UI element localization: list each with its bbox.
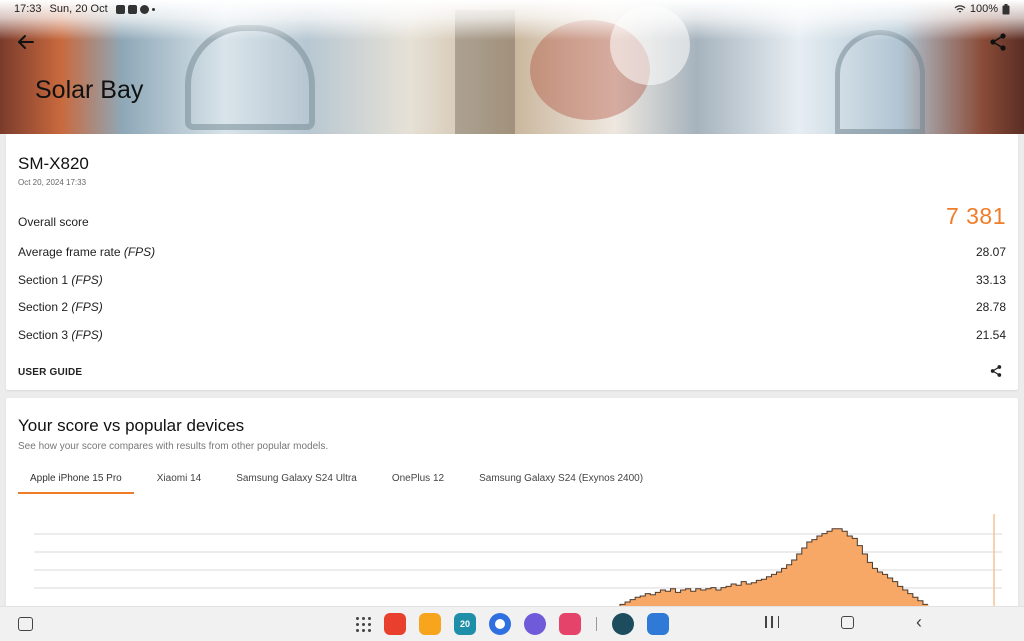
recents-icon[interactable]: [765, 615, 779, 629]
chart-bar: [867, 562, 873, 608]
chart-bar: [781, 568, 788, 608]
internet-app-icon[interactable]: [524, 613, 546, 635]
chart-bar: [710, 587, 717, 608]
chart-bar: [806, 542, 813, 608]
chart-bar: [852, 538, 858, 608]
chart-bar: [837, 528, 843, 608]
score-value: 21.54: [975, 328, 1006, 342]
device-tabs: Apple iPhone 15 Pro Xiaomi 14 Samsung Ga…: [18, 472, 666, 494]
back-nav-icon[interactable]: ‹: [916, 613, 922, 631]
chart-bar: [726, 586, 732, 608]
chart-bar: [801, 548, 808, 608]
share-result-icon[interactable]: [988, 363, 1004, 379]
user-guide-link[interactable]: USER GUIDE: [18, 367, 82, 378]
chart-bar: [882, 574, 889, 608]
hero-art-arch-right: [835, 30, 925, 134]
score-value: 28.07: [975, 245, 1006, 259]
gallery-notification-icon: [115, 4, 125, 14]
device-name: SM-X820: [18, 154, 89, 173]
score-distribution-chart: [34, 514, 1002, 608]
chart-bar: [776, 572, 782, 608]
score-value: 33.13: [975, 273, 1006, 287]
tab-xiaomi-14[interactable]: Xiaomi 14: [145, 472, 213, 494]
store-notification-icon: [127, 4, 137, 14]
chart-bar: [847, 536, 853, 608]
hero-banner: Solar Bay: [0, 0, 1024, 134]
battery-icon: [1002, 3, 1010, 14]
score-label: Section 2 (FPS): [18, 300, 103, 314]
messages-app-icon[interactable]: [489, 613, 511, 635]
chart-bar: [720, 587, 727, 608]
chart-bar: [887, 578, 894, 608]
status-bar: 17:33 Sun, 20 Oct 100%: [0, 0, 1024, 18]
chart-bar: [791, 560, 798, 608]
notes-app-icon[interactable]: [384, 613, 406, 635]
status-date: Sun, 20 Oct: [49, 3, 108, 15]
hero-art-arch: [185, 25, 315, 130]
status-time: 17:33: [14, 3, 42, 15]
chart-bar: [827, 531, 833, 608]
chart-bar: [816, 536, 823, 608]
chart-bar: [756, 580, 762, 608]
chart-bar: [731, 584, 737, 608]
chart-bar: [832, 528, 838, 608]
chart-bar: [761, 579, 767, 608]
taskbar-divider: [596, 617, 597, 631]
compare-title: Your score vs popular devices: [18, 416, 245, 435]
score-label: Section 1 (FPS): [18, 273, 103, 287]
taskbar-apps: 20: [355, 613, 669, 635]
chart-bar: [842, 531, 848, 608]
battery-level: 100%: [969, 3, 998, 15]
system-nav-keys: ‹: [765, 613, 922, 631]
tab-samsung-galaxy-s24-ultra[interactable]: Samsung Galaxy S24 Ultra: [224, 472, 369, 494]
chart-bar: [741, 581, 747, 608]
chart-bar: [736, 585, 742, 608]
chart-bar: [872, 568, 878, 608]
tab-oneplus-12[interactable]: OnePlus 12: [380, 472, 456, 494]
navigation-bar: 20 ‹: [0, 606, 1024, 641]
back-arrow-icon[interactable]: [14, 30, 38, 54]
apps-grid-icon[interactable]: [355, 616, 371, 632]
snowflake-app-icon[interactable]: [612, 613, 634, 635]
chart-bar: [786, 564, 793, 608]
overall-score-value: 7 381: [945, 203, 1006, 229]
chart-bar: [751, 582, 757, 608]
chart-bar: [766, 576, 772, 608]
app-root: { "status": { "time": "17:33", "date": "…: [0, 0, 1024, 641]
files-app-icon[interactable]: [419, 613, 441, 635]
chart-bar: [877, 572, 883, 608]
more-notifications-icon: [151, 7, 155, 11]
share-icon[interactable]: [986, 30, 1010, 54]
score-label: Section 3 (FPS): [18, 328, 103, 342]
chart-bar: [746, 584, 752, 608]
score-label: Average frame rate (FPS): [18, 245, 156, 259]
page-title: Solar Bay: [35, 76, 144, 104]
screen-recorder-app-icon[interactable]: [559, 613, 581, 635]
compare-card: Your score vs popular devices See how yo…: [6, 398, 1018, 608]
chart-bar: [857, 545, 863, 608]
wifi-icon: [954, 5, 966, 13]
screenshot-toolbar-icon[interactable]: [18, 617, 33, 631]
chart-bar: [771, 574, 777, 608]
tab-apple-iphone-15-pro[interactable]: Apple iPhone 15 Pro: [18, 472, 134, 494]
compare-subtitle: See how your score compares with results…: [18, 441, 329, 452]
score-value: 28.78: [975, 300, 1006, 314]
multi-window-app-icon[interactable]: [647, 613, 669, 635]
calendar-app-icon[interactable]: 20: [454, 613, 476, 635]
chart-bar: [811, 539, 818, 608]
chart-bar: [796, 554, 803, 608]
chart-bar: [821, 533, 828, 608]
overall-score-label: Overall score: [18, 215, 89, 229]
home-icon[interactable]: [841, 615, 854, 629]
calendar-day: 20: [459, 619, 470, 629]
tip-notification-icon: [139, 4, 149, 14]
result-date: Oct 20, 2024 17:33: [18, 178, 87, 187]
tab-samsung-galaxy-s24-exynos[interactable]: Samsung Galaxy S24 (Exynos 2400): [467, 472, 655, 494]
result-card: SM-X820 Oct 20, 2024 17:33 Overall score…: [6, 134, 1018, 390]
